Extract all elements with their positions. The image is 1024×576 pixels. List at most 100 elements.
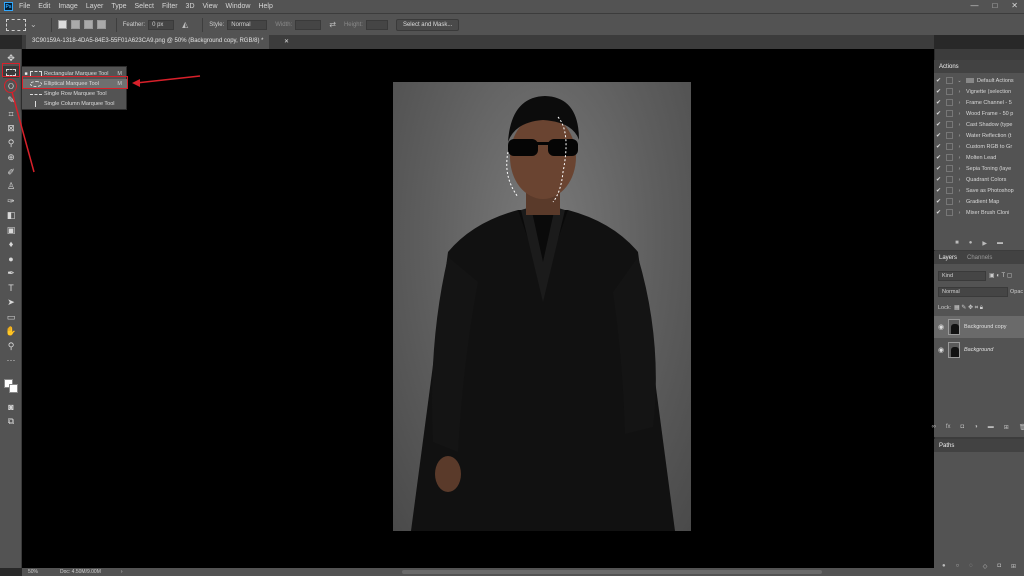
anti-alias-icon[interactable]: ◭ bbox=[182, 20, 188, 29]
chevron-down-icon[interactable]: ⌄ bbox=[30, 20, 37, 29]
chevron-right-icon[interactable]: › bbox=[956, 177, 963, 183]
tab-actions[interactable]: Actions bbox=[939, 64, 959, 70]
blend-mode-select[interactable]: Normal bbox=[938, 287, 1008, 297]
history-brush-tool-icon[interactable]: ✑ bbox=[3, 195, 19, 207]
action-item[interactable]: ✔ › Cast Shadow (type bbox=[934, 119, 1024, 130]
record-icon[interactable]: ● bbox=[969, 240, 973, 246]
quick-mask-icon[interactable]: ◙ bbox=[3, 401, 19, 413]
new-layer-icon[interactable]: ⊞ bbox=[1004, 424, 1009, 431]
dialog-toggle-box[interactable] bbox=[946, 165, 953, 172]
chevron-right-icon[interactable]: › bbox=[956, 155, 963, 161]
tab-paths[interactable]: Paths bbox=[939, 443, 954, 449]
dialog-toggle-box[interactable] bbox=[946, 132, 953, 139]
action-check-icon[interactable]: ✔ bbox=[934, 132, 943, 139]
action-check-icon[interactable]: ✔ bbox=[934, 99, 943, 106]
chevron-right-icon[interactable]: › bbox=[956, 188, 963, 194]
action-check-icon[interactable]: ✔ bbox=[934, 121, 943, 128]
status-arrow-icon[interactable]: › bbox=[121, 569, 123, 575]
action-check-icon[interactable]: ✔ bbox=[934, 198, 943, 205]
healing-tool-icon[interactable]: ⊕ bbox=[3, 151, 19, 163]
mask-icon[interactable]: ◘ bbox=[997, 563, 1001, 569]
zoom-tool-icon[interactable]: ⚲ bbox=[3, 340, 19, 352]
select-and-mask-button[interactable]: Select and Mask... bbox=[395, 18, 460, 31]
intersect-selection-icon[interactable] bbox=[96, 20, 106, 29]
add-mask-icon[interactable]: ◘ bbox=[961, 424, 965, 430]
layer-style-icon[interactable]: fx bbox=[946, 424, 951, 430]
action-item[interactable]: ✔ › Save as Photoshop bbox=[934, 185, 1024, 196]
action-check-icon[interactable]: ✔ bbox=[934, 176, 943, 183]
chevron-right-icon[interactable]: › bbox=[956, 199, 963, 205]
menu-window[interactable]: Window bbox=[226, 3, 251, 10]
chevron-right-icon[interactable]: › bbox=[956, 133, 963, 139]
path-select-tool-icon[interactable]: ➤ bbox=[3, 296, 19, 308]
dialog-toggle-box[interactable] bbox=[946, 176, 953, 183]
chevron-right-icon[interactable]: › bbox=[956, 122, 963, 128]
visibility-eye-icon[interactable]: ◉ bbox=[934, 346, 948, 354]
new-set-icon[interactable]: ▬ bbox=[997, 240, 1003, 246]
dialog-toggle-box[interactable] bbox=[946, 198, 953, 205]
menu-edit[interactable]: Edit bbox=[38, 3, 50, 10]
dialog-toggle-box[interactable] bbox=[946, 209, 953, 216]
background-color-swatch[interactable] bbox=[9, 384, 18, 393]
stamp-tool-icon[interactable]: ♙ bbox=[3, 180, 19, 192]
delete-layer-icon[interactable]: 🗑︎ bbox=[1019, 424, 1024, 431]
adjustment-layer-icon[interactable]: ◑ bbox=[974, 424, 978, 430]
action-set-default[interactable]: ✔ ⌄ Default Actions bbox=[934, 75, 1024, 86]
layer-background[interactable]: ◉ Background bbox=[934, 339, 1024, 361]
visibility-eye-icon[interactable]: ◉ bbox=[934, 323, 948, 331]
menu-type[interactable]: Type bbox=[111, 3, 126, 10]
chevron-right-icon[interactable]: › bbox=[956, 210, 963, 216]
zoom-level[interactable]: 50% bbox=[28, 569, 38, 575]
width-input[interactable] bbox=[295, 19, 322, 30]
type-tool-icon[interactable]: T bbox=[3, 282, 19, 294]
action-item[interactable]: ✔ › Molten Lead bbox=[934, 152, 1024, 163]
menu-layer[interactable]: Layer bbox=[86, 3, 104, 10]
new-group-icon[interactable]: ▬ bbox=[988, 424, 994, 430]
dialog-toggle-box[interactable] bbox=[946, 88, 953, 95]
link-layers-icon[interactable]: ∞ bbox=[932, 424, 936, 430]
menu-image[interactable]: Image bbox=[58, 3, 77, 10]
crop-tool-icon[interactable]: ⌗ bbox=[3, 108, 19, 120]
dialog-toggle-box[interactable] bbox=[946, 99, 953, 106]
menu-filter[interactable]: Filter bbox=[162, 3, 178, 10]
menu-3d[interactable]: 3D bbox=[186, 3, 195, 10]
pen-tool-icon[interactable]: ✒ bbox=[3, 267, 19, 279]
canvas[interactable] bbox=[22, 49, 934, 568]
chevron-right-icon[interactable]: › bbox=[956, 111, 963, 117]
gradient-tool-icon[interactable]: ▣ bbox=[3, 224, 19, 236]
more-tools-icon[interactable]: ··· bbox=[3, 354, 19, 366]
style-select[interactable]: Normal bbox=[227, 19, 268, 30]
blur-tool-icon[interactable]: ♦ bbox=[3, 238, 19, 250]
dialog-toggle-box[interactable] bbox=[946, 110, 953, 117]
action-item[interactable]: ✔ › Wood Frame - 50 p bbox=[934, 108, 1024, 119]
action-item[interactable]: ✔ › Frame Channel - 5 bbox=[934, 97, 1024, 108]
menu-file[interactable]: File bbox=[19, 3, 30, 10]
new-path-icon[interactable]: ⊞ bbox=[1011, 563, 1016, 570]
tab-channels[interactable]: Channels bbox=[967, 255, 992, 261]
action-item[interactable]: ✔ › Sepia Toning (laye bbox=[934, 163, 1024, 174]
menu-view[interactable]: View bbox=[203, 3, 218, 10]
flyout-single-column-marquee[interactable]: Single Column Marquee Tool bbox=[22, 99, 128, 109]
action-item[interactable]: ✔ › Quadrant Colors bbox=[934, 174, 1024, 185]
tool-preset-picker[interactable] bbox=[6, 18, 26, 31]
feather-input[interactable]: 0 px bbox=[148, 19, 175, 30]
flyout-single-row-marquee[interactable]: Single Row Marquee Tool bbox=[22, 89, 128, 99]
action-check-icon[interactable]: ✔ bbox=[934, 209, 943, 216]
screen-mode-icon[interactable]: ⧉ bbox=[3, 415, 19, 427]
stop-icon[interactable]: ■ bbox=[955, 240, 959, 246]
action-item[interactable]: ✔ › Water Reflection (t bbox=[934, 130, 1024, 141]
dialog-toggle-box[interactable] bbox=[946, 187, 953, 194]
hand-tool-icon[interactable]: ✋ bbox=[3, 325, 19, 337]
menu-help[interactable]: Help bbox=[258, 3, 272, 10]
action-check-icon[interactable]: ✔ bbox=[934, 88, 943, 95]
close-tab-icon[interactable]: ✕ bbox=[284, 38, 289, 45]
action-check-icon[interactable]: ✔ bbox=[934, 187, 943, 194]
horizontal-scrollbar[interactable] bbox=[402, 570, 822, 574]
rectangle-tool-icon[interactable]: ▭ bbox=[3, 311, 19, 323]
new-selection-icon[interactable] bbox=[57, 20, 67, 29]
swap-icon[interactable]: ⇄ bbox=[329, 20, 336, 29]
eraser-tool-icon[interactable]: ◧ bbox=[3, 209, 19, 221]
dialog-toggle-box[interactable] bbox=[946, 154, 953, 161]
dialog-toggle-box[interactable] bbox=[946, 143, 953, 150]
action-check-icon[interactable]: ✔ bbox=[934, 110, 943, 117]
